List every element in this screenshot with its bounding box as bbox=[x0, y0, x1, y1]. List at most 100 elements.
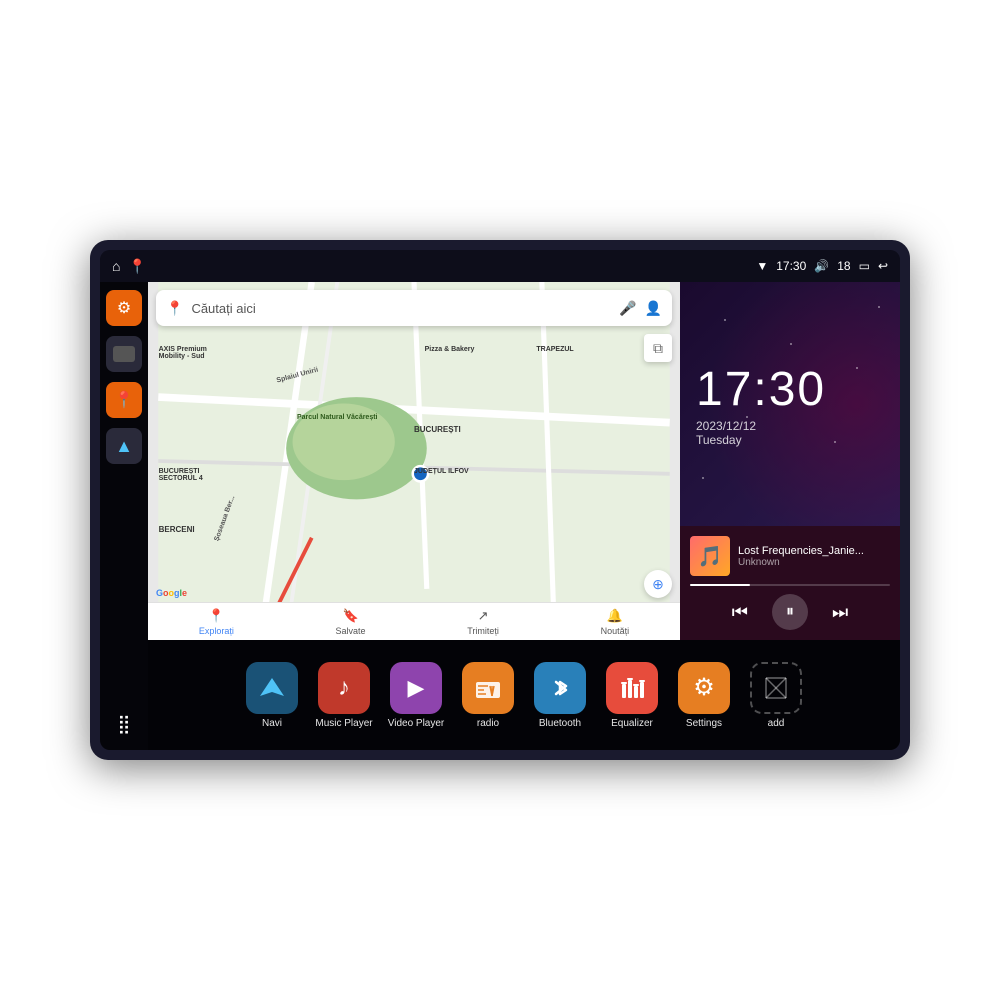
equalizer-label: Equalizer bbox=[611, 718, 653, 729]
battery-icon: ▭ bbox=[859, 259, 870, 273]
clock-date-value: 2023/12/12 bbox=[696, 419, 756, 433]
right-panel: 17:30 2023/12/12 Tuesday 🎵 bbox=[680, 282, 900, 640]
map-label-berceni: BERCENI bbox=[159, 525, 195, 534]
sidebar-settings-btn[interactable]: ⚙ bbox=[106, 290, 142, 326]
video-player-icon: ▶ bbox=[390, 662, 442, 714]
app-radio[interactable]: radio bbox=[458, 662, 518, 729]
battery-level: 18 bbox=[837, 259, 850, 273]
album-art: 🎵 bbox=[690, 536, 730, 576]
status-bar-right: ▼ 17:30 🔊 18 ▭ ↩ bbox=[756, 259, 888, 273]
video-player-label: Video Player bbox=[388, 718, 445, 729]
map-nav-saved[interactable]: 🔖 Salvate bbox=[336, 608, 366, 636]
volume-icon: 🔊 bbox=[814, 259, 829, 273]
main-area: ⚙ 📍 ▲ ⣿ bbox=[100, 282, 900, 750]
maps-pin-icon: 📍 bbox=[114, 390, 134, 410]
news-label: Noutăți bbox=[601, 626, 630, 636]
sidebar-folder-btn[interactable] bbox=[106, 336, 142, 372]
bluetooth-icon bbox=[534, 662, 586, 714]
music-progress-fill bbox=[690, 584, 750, 586]
music-progress-bar[interactable] bbox=[690, 584, 890, 586]
explore-label: Explorați bbox=[199, 626, 234, 636]
sidebar-maps-btn[interactable]: 📍 bbox=[106, 382, 142, 418]
news-icon: 🔔 bbox=[607, 608, 623, 624]
map-panel[interactable]: 📍 Căutați aici 🎤 👤 AXIS PremiumMobility … bbox=[148, 282, 680, 640]
map-bottom-bar: 📍 Explorați 🔖 Salvate ↗ Trimiteți bbox=[148, 602, 680, 640]
music-note-icon: ♪ bbox=[338, 674, 350, 702]
status-bar: ⌂ 📍 ▼ 17:30 🔊 18 ▭ ↩ bbox=[100, 250, 900, 282]
send-icon: ↗ bbox=[478, 608, 489, 624]
add-icon bbox=[750, 662, 802, 714]
settings-icon: ⚙ bbox=[117, 298, 131, 318]
music-player-icon: ♪ bbox=[318, 662, 370, 714]
layers-btn[interactable]: ⧉ bbox=[644, 334, 672, 362]
music-controls: ⏮ ⏸ ⏭ bbox=[690, 594, 890, 630]
home-icon[interactable]: ⌂ bbox=[112, 258, 120, 274]
music-player-label: Music Player bbox=[315, 718, 372, 729]
mic-icon[interactable]: 🎤 bbox=[619, 300, 636, 317]
bluetooth-label: Bluetooth bbox=[539, 718, 581, 729]
map-label-pizza: Pizza & Bakery bbox=[425, 346, 475, 353]
music-details: Lost Frequencies_Janie... Unknown bbox=[738, 545, 890, 568]
app-video-player[interactable]: ▶ Video Player bbox=[386, 662, 446, 729]
left-sidebar: ⚙ 📍 ▲ ⣿ bbox=[100, 282, 148, 750]
screen: ⌂ 📍 ▼ 17:30 🔊 18 ▭ ↩ ⚙ bbox=[100, 250, 900, 750]
app-bluetooth[interactable]: Bluetooth bbox=[530, 662, 590, 729]
music-section: 🎵 Lost Frequencies_Janie... Unknown bbox=[680, 526, 900, 640]
map-search-placeholder: Căutați aici bbox=[191, 301, 611, 316]
play-icon: ▶ bbox=[408, 675, 425, 701]
folder-icon bbox=[113, 346, 135, 362]
saved-icon: 🔖 bbox=[342, 608, 358, 624]
map-svg bbox=[148, 282, 680, 640]
map-label-buc: BUCUREȘTI bbox=[414, 425, 461, 434]
app-music-player[interactable]: ♪ Music Player bbox=[314, 662, 374, 729]
map-nav-news[interactable]: 🔔 Noutăți bbox=[601, 608, 630, 636]
prev-button[interactable]: ⏮ bbox=[732, 602, 748, 623]
status-bar-left: ⌂ 📍 bbox=[112, 258, 146, 275]
app-equalizer[interactable]: Equalizer bbox=[602, 662, 662, 729]
map-nav-send[interactable]: ↗ Trimiteți bbox=[467, 608, 499, 636]
wifi-icon: ▼ bbox=[756, 259, 768, 273]
app-settings[interactable]: ⚙ Settings bbox=[674, 662, 734, 729]
device: ⌂ 📍 ▼ 17:30 🔊 18 ▭ ↩ ⚙ bbox=[90, 240, 910, 760]
bluetooth-svg bbox=[546, 674, 574, 702]
settings-label: Settings bbox=[686, 718, 722, 729]
equalizer-icon bbox=[606, 662, 658, 714]
settings-icon: ⚙ bbox=[678, 662, 730, 714]
grid-icon: ⣿ bbox=[117, 714, 130, 735]
center-area: 📍 Căutați aici 🎤 👤 AXIS PremiumMobility … bbox=[148, 282, 900, 750]
navi-svg bbox=[258, 674, 286, 702]
top-panels: 📍 Căutați aici 🎤 👤 AXIS PremiumMobility … bbox=[148, 282, 900, 640]
equalizer-svg bbox=[618, 674, 646, 702]
app-add[interactable]: add bbox=[746, 662, 806, 729]
profile-icon[interactable]: 👤 bbox=[645, 300, 662, 317]
location-btn[interactable]: ⊕ bbox=[644, 570, 672, 598]
map-label-trapez: TRAPEZUL bbox=[536, 346, 573, 353]
explore-icon: 📍 bbox=[208, 608, 224, 624]
map-label-ilfov: JUDEȚUL ILFOV bbox=[414, 468, 469, 475]
clock-time: 17:30 bbox=[696, 362, 884, 417]
radio-label: radio bbox=[477, 718, 499, 729]
google-logo: Google bbox=[156, 588, 187, 598]
app-navi[interactable]: Navi bbox=[242, 662, 302, 729]
navi-label: Navi bbox=[262, 718, 282, 729]
add-label: add bbox=[768, 718, 785, 729]
sidebar-allapps-btn[interactable]: ⣿ bbox=[106, 706, 142, 742]
back-icon[interactable]: ↩ bbox=[878, 259, 888, 273]
map-search-bar[interactable]: 📍 Căutați aici 🎤 👤 bbox=[156, 290, 672, 326]
google-maps-logo: 📍 bbox=[166, 300, 183, 317]
play-pause-button[interactable]: ⏸ bbox=[772, 594, 808, 630]
map-nav-explore[interactable]: 📍 Explorați bbox=[199, 608, 234, 636]
next-button[interactable]: ⏭ bbox=[832, 602, 848, 623]
music-info: 🎵 Lost Frequencies_Janie... Unknown bbox=[690, 536, 890, 576]
map-label-parc: Parcul Natural Văcărești bbox=[297, 414, 378, 421]
radio-icon bbox=[462, 662, 514, 714]
maps-quick-icon[interactable]: 📍 bbox=[128, 258, 145, 275]
send-label: Trimiteți bbox=[467, 626, 499, 636]
bottom-apps: Navi ♪ Music Player ▶ Video Player bbox=[148, 640, 900, 750]
navi-icon bbox=[246, 662, 298, 714]
clock-day: Tuesday bbox=[696, 433, 742, 447]
status-time: 17:30 bbox=[776, 259, 806, 273]
sidebar-nav-btn[interactable]: ▲ bbox=[106, 428, 142, 464]
music-title: Lost Frequencies_Janie... bbox=[738, 545, 890, 557]
clock-section: 17:30 2023/12/12 Tuesday bbox=[680, 282, 900, 526]
